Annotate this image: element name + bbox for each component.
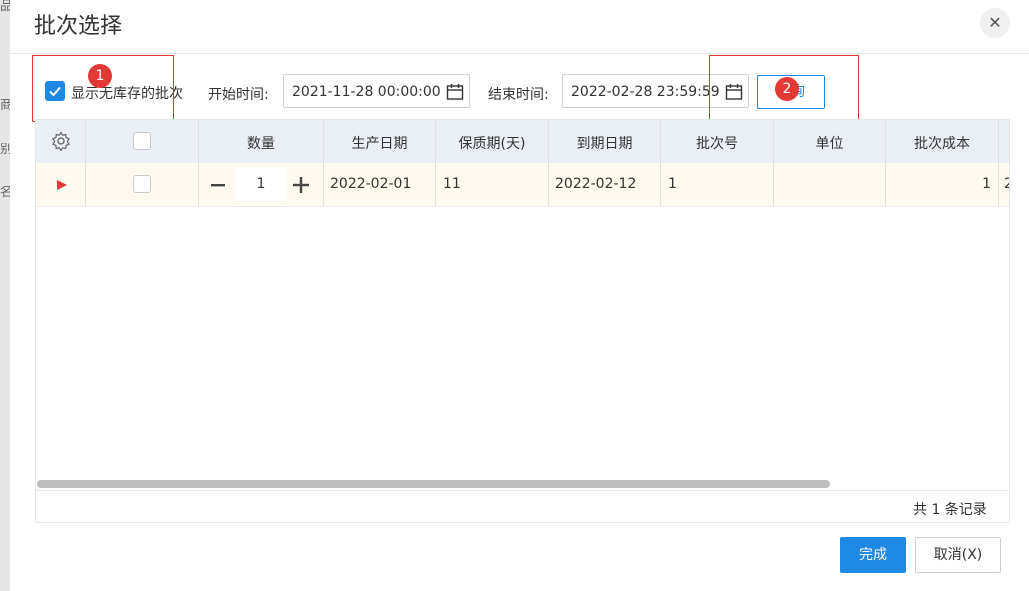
batch-table: 数量 生产日期 保质期(天) 到期日期 批次号 单位 批次成本 1 2022-0…	[35, 119, 1010, 523]
batch-select-dialog: 批次选择 ✕ 显示无库存的批次 开始时间: 2021-11-28 00:00:0…	[10, 0, 1029, 591]
dialog-title: 批次选择	[34, 14, 123, 39]
background-char: 品	[0, 0, 10, 14]
record-count: 共 1 条记录	[913, 502, 987, 518]
cancel-button[interactable]: 取消(X)	[915, 537, 1001, 573]
background-char: 名	[0, 186, 10, 200]
select-all-checkbox[interactable]	[133, 132, 151, 150]
table-row[interactable]: 1 2022-02-01 11 2022-02-12 1 1	[36, 163, 1009, 207]
start-time-value: 2021-11-28 00:00:00	[292, 84, 441, 100]
column-header-expiry-date: 到期日期	[549, 120, 661, 163]
batch-no-cell: 1	[661, 163, 774, 206]
column-header-production-date: 生产日期	[324, 120, 436, 163]
production-date-cell: 2022-02-01	[324, 163, 436, 206]
column-header-batch-no: 批次号	[661, 120, 774, 163]
close-button[interactable]: ✕	[980, 8, 1010, 38]
column-header-quantity: 数量	[199, 120, 324, 163]
row-checkbox[interactable]	[133, 175, 151, 193]
table-header: 数量 生产日期 保质期(天) 到期日期 批次号 单位 批次成本	[36, 120, 1009, 164]
end-time-label: 结束时间:	[488, 87, 549, 103]
close-icon: ✕	[988, 13, 1002, 32]
annotation-badge-2: 2	[775, 77, 799, 101]
column-header-batch-cost: 批次成本	[886, 120, 999, 163]
column-header-shelf-life: 保质期(天)	[436, 120, 549, 163]
row-select-cell	[86, 163, 199, 206]
background-char: 商	[0, 99, 10, 113]
start-time-input[interactable]: 2021-11-28 00:00:00	[283, 74, 470, 108]
row-indicator-cell	[36, 163, 86, 206]
end-time-value: 2022-02-28 23:59:59	[571, 84, 720, 100]
current-row-arrow-icon	[57, 180, 67, 190]
table-footer-divider	[36, 490, 1009, 491]
column-header-overflow	[999, 120, 1009, 163]
background-char: 别	[0, 143, 10, 157]
plus-icon[interactable]	[292, 176, 310, 194]
expiry-date-cell: 2022-02-12	[549, 163, 661, 206]
column-header-unit: 单位	[774, 120, 886, 163]
horizontal-scrollbar[interactable]	[37, 480, 830, 488]
quantity-stepper: 1	[199, 163, 324, 206]
done-button[interactable]: 完成	[840, 537, 906, 573]
gear-icon[interactable]	[51, 131, 71, 151]
start-time-label: 开始时间:	[208, 87, 269, 103]
shelf-life-cell: 11	[436, 163, 549, 206]
batch-cost-cell: 1	[886, 163, 999, 206]
title-divider	[10, 53, 1029, 54]
quantity-input[interactable]: 1	[235, 167, 287, 201]
annotation-badge-1: 1	[88, 64, 112, 88]
overflow-cell: 2	[999, 163, 1009, 206]
column-select-all	[86, 120, 199, 163]
background-window-strip: 品 商 别 名	[0, 0, 10, 591]
column-settings[interactable]	[36, 120, 86, 163]
minus-icon[interactable]	[210, 177, 226, 193]
unit-cell	[774, 163, 886, 206]
calendar-icon[interactable]	[446, 83, 464, 101]
